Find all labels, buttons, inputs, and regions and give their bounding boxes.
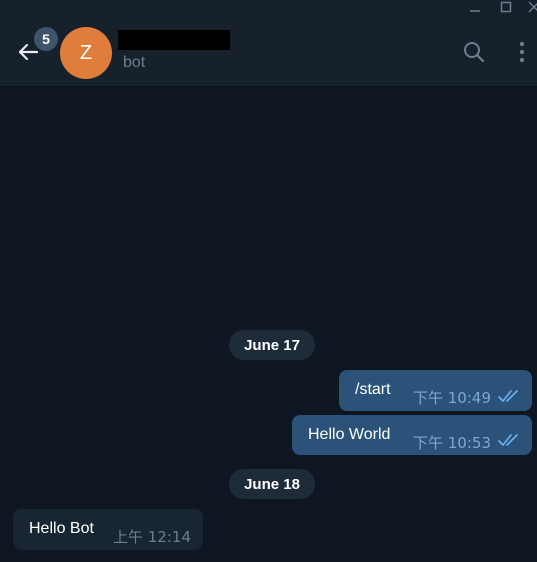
more-vertical-icon[interactable] [508,38,536,66]
chat-header: 5 Z bot [0,18,537,87]
date-divider: June 17 [229,330,315,360]
minimize-icon[interactable] [466,0,484,14]
avatar[interactable]: Z [60,27,112,79]
message-time: 上午 12:14 [113,528,191,546]
close-icon[interactable] [525,0,537,14]
window-titlebar [0,0,537,18]
message-bubble-incoming[interactable]: Hello Bot 上午 12:14 [13,509,203,550]
message-text: Hello World [308,426,391,443]
chat-title-redacted[interactable] [118,30,230,50]
chat-status: bot [123,54,146,71]
date-divider: June 18 [229,469,315,499]
message-time: 下午 10:53 [413,434,491,452]
message-text: Hello Bot [29,520,94,537]
message-text: /start [355,381,391,398]
unread-count-badge: 5 [32,25,60,53]
message-bubble-outgoing[interactable]: /start 下午 10:49 [339,370,532,411]
double-check-icon [498,390,518,402]
message-bubble-outgoing[interactable]: Hello World 下午 10:53 [292,415,532,455]
double-check-icon [498,434,518,446]
message-time: 下午 10:49 [413,389,491,407]
search-icon[interactable] [460,38,488,66]
maximize-icon[interactable] [497,0,515,14]
